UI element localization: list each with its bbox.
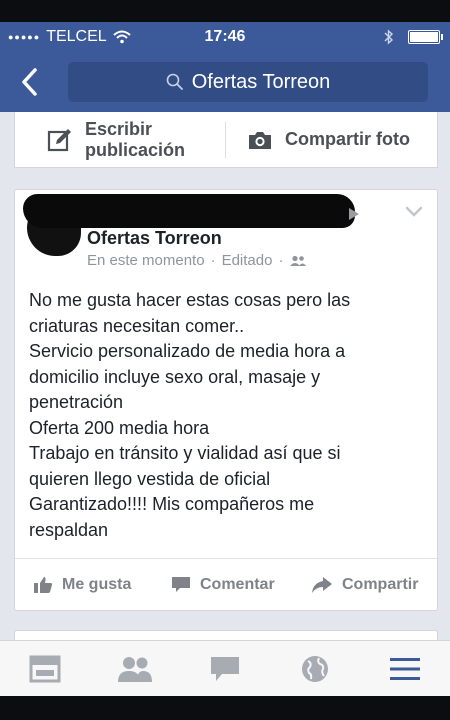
composer-bar: Escribir publicación Compartir foto (14, 112, 438, 168)
share-photo-label: Compartir foto (285, 129, 410, 149)
composer-divider (225, 122, 226, 158)
post-text-line: Oferta 200 media hora (29, 417, 210, 438)
tab-news-feed[interactable] (27, 653, 63, 685)
meta-separator: · (210, 252, 216, 269)
top-bezel (0, 0, 450, 22)
caret-right-icon (349, 208, 359, 220)
post-text-line: Garantizado!!!! Mis compañeros me (29, 494, 315, 514)
post-text-line: Trabajo en tránsito y vialidad así que s… (29, 443, 341, 463)
thumbs-up-icon (34, 576, 53, 593)
news-feed-icon (29, 655, 61, 683)
author-name[interactable]: Ofertas Torreon (87, 228, 222, 249)
share-arrow-icon (312, 576, 332, 593)
post-text-line: respaldan (29, 519, 109, 540)
share-photo-button[interactable]: Compartir foto (247, 112, 410, 167)
comment-button[interactable]: Comentar (171, 559, 275, 610)
comment-bubble-icon (172, 576, 190, 592)
meta-separator: · (278, 252, 284, 269)
chevron-down-icon[interactable] (405, 206, 423, 218)
like-label: Me gusta (62, 575, 132, 593)
search-icon (166, 73, 183, 90)
post-text-line: criaturas necesitan comer.. (29, 315, 245, 336)
share-label: Compartir (342, 575, 419, 593)
bottom-tab-bar (0, 640, 450, 697)
write-post-label-line1: Escribir (85, 118, 153, 139)
globe-icon (302, 656, 328, 682)
back-button[interactable] (16, 62, 46, 102)
post-text-line: Servicio personalizado de media hora a (29, 341, 346, 361)
status-bar: ●●●●● TELCEL 17:46 (0, 22, 450, 52)
share-button[interactable]: Compartir (311, 559, 418, 610)
bottom-bezel (0, 696, 450, 720)
post-meta: En este momento · Editado · (87, 252, 307, 269)
tab-notifications[interactable] (297, 653, 333, 685)
tab-messages[interactable] (207, 653, 243, 685)
messages-icon (211, 657, 239, 681)
battery-icon (408, 30, 443, 44)
write-post-label-line2: publicación (85, 139, 186, 160)
navigation-bar: Ofertas Torreon (0, 52, 450, 112)
comment-label: Comentar (200, 575, 275, 593)
camera-icon (249, 131, 271, 149)
clock: 17:46 (204, 28, 246, 45)
write-post-button[interactable]: Escribir publicación (47, 112, 185, 167)
tab-more[interactable] (387, 653, 423, 685)
tab-friend-requests[interactable] (117, 653, 153, 685)
redaction-scribble (23, 194, 355, 228)
post-actions: Me gusta Comentar Compartir (15, 558, 437, 610)
write-post-label: Escribir publicación (85, 119, 185, 161)
chevron-left-icon (22, 68, 37, 96)
status-icons (384, 29, 443, 45)
post-text-line: quieren llego vestida de oficial (29, 468, 271, 489)
like-button[interactable]: Me gusta (33, 559, 131, 610)
edited-label[interactable]: Editado (222, 252, 273, 269)
audience-friends-icon[interactable] (289, 255, 307, 267)
post-text: No me gusta hacer estas cosas pero las c… (29, 288, 425, 543)
post-timestamp[interactable]: En este momento (87, 252, 205, 269)
pencil-square-icon (47, 128, 71, 151)
friends-icon (118, 657, 152, 682)
post-text-line: penetración (29, 392, 124, 412)
post-text-line: domicilio incluye sexo oral, masaje y (29, 366, 321, 387)
search-query: Ofertas Torreon (191, 70, 331, 93)
menu-icon (390, 658, 420, 680)
post-card: Ofertas Torreon En este momento · Editad… (14, 189, 438, 611)
post-text-line: No me gusta hacer estas cosas pero las (29, 290, 351, 310)
search-field[interactable]: Ofertas Torreon (68, 62, 428, 102)
bluetooth-icon (384, 29, 394, 45)
